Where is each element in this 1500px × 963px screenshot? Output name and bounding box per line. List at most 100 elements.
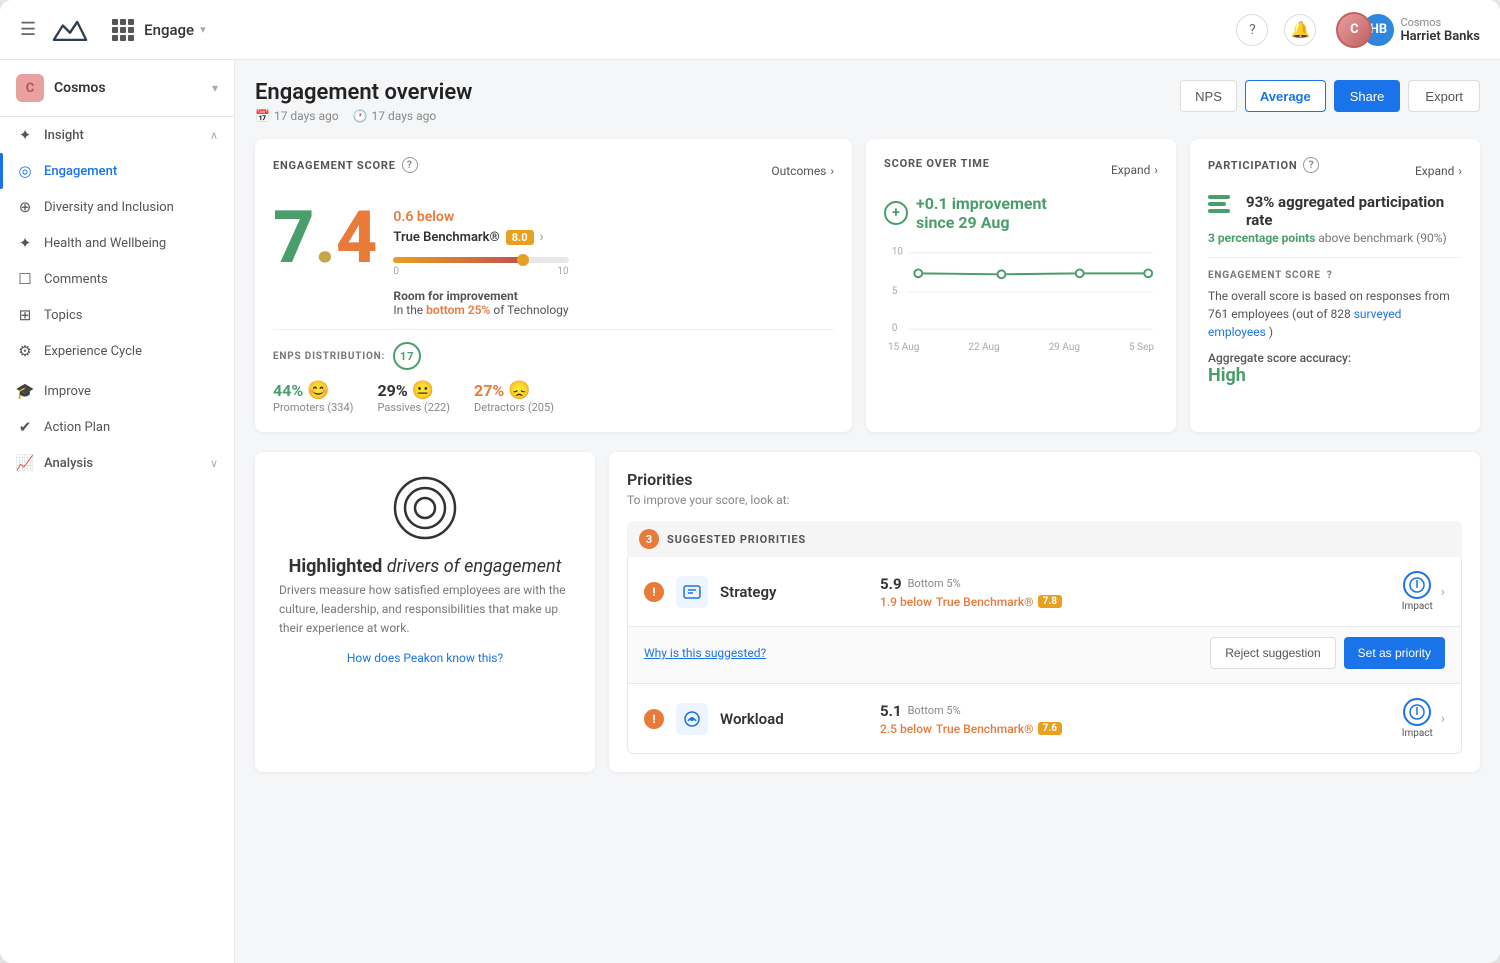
- score-detail: 0.6 below True Benchmark® 8.0 ›: [393, 195, 568, 317]
- enps-passives: 29% 😐 Passives (222): [377, 380, 450, 414]
- enps-stats: 44% 😊 Promoters (334) 29% 😐: [273, 380, 834, 414]
- org-selector[interactable]: C Cosmos ▾: [0, 60, 234, 117]
- score-over-time-label: SCORE OVER TIME: [884, 157, 990, 170]
- reject-suggestion-button[interactable]: Reject suggestion: [1210, 637, 1335, 669]
- sidebar-item-improve[interactable]: 🎓 Improve: [0, 373, 234, 409]
- page-header: Engagement overview 📅 17 days ago 🕐 17 d…: [255, 80, 1480, 123]
- improvement-text: Room for improvement In the bottom 25% o…: [393, 289, 568, 317]
- participation-divider: [1208, 257, 1462, 258]
- score-bar: 0 10: [393, 257, 568, 277]
- svg-text:10: 10: [892, 247, 903, 258]
- score-over-time-expand[interactable]: Expand ›: [1111, 163, 1158, 177]
- suggested-priorities-section: 3 SUGGESTED PRIORITIES !: [627, 521, 1462, 754]
- priority-row-workload: ! Workload: [644, 698, 1445, 739]
- sidebar-item-comments[interactable]: ☐ Comments: [0, 261, 234, 297]
- topics-icon: ⊞: [16, 306, 34, 324]
- sidebar-item-diversity[interactable]: ⊕ Diversity and Inclusion: [0, 189, 234, 225]
- enps-detractors: 27% 😞 Detractors (205): [474, 380, 554, 414]
- header-actions: NPS Average Share Export: [1180, 80, 1480, 112]
- sidebar-item-action-plan[interactable]: ✔ Action Plan: [0, 409, 234, 445]
- page-meta: 📅 17 days ago 🕐 17 days ago: [255, 109, 472, 123]
- workload-impact-button[interactable]: Impact: [1402, 698, 1433, 739]
- help-button[interactable]: ?: [1236, 14, 1268, 46]
- health-icon: ✦: [16, 234, 34, 252]
- workload-impact-icon: [1403, 698, 1431, 726]
- score-over-time-header: SCORE OVER TIME Expand ›: [884, 157, 1158, 182]
- app-name[interactable]: Engage ▾: [112, 19, 205, 41]
- why-suggested-link[interactable]: Why is this suggested?: [644, 646, 766, 660]
- impact-icon: [1403, 571, 1431, 599]
- accuracy-value: High: [1208, 365, 1462, 386]
- strategy-expand-chevron[interactable]: ›: [1441, 584, 1445, 600]
- enps-badge: 17: [393, 342, 421, 370]
- analysis-icon: 📈: [16, 454, 34, 472]
- sidebar-item-health[interactable]: ✦ Health and Wellbeing: [0, 225, 234, 261]
- app-logo: [52, 18, 88, 42]
- sidebar-section-insight[interactable]: ✦ Insight ∧: [0, 117, 234, 153]
- bar-marker: [517, 254, 529, 266]
- engagement-score-sub-label: ENGAGEMENT SCORE ?: [1208, 270, 1462, 281]
- eng-score-desc: The overall score is based on responses …: [1208, 287, 1462, 341]
- diversity-icon: ⊕: [16, 198, 34, 216]
- enps-promoters: 44% 😊 Promoters (334): [273, 380, 353, 414]
- strategy-action-buttons: Reject suggestion Set as priority: [1210, 637, 1445, 669]
- big-score: 7 . 4: [273, 195, 377, 280]
- accuracy-label: Aggregate score accuracy:: [1208, 351, 1462, 365]
- experience-cycle-icon: ⚙: [16, 342, 34, 360]
- sidebar-item-engagement[interactable]: ◎ Engagement: [0, 153, 234, 189]
- participation-card: PARTICIPATION ? Expand ›: [1190, 139, 1480, 432]
- promoters-icon: 😊: [307, 380, 329, 401]
- set-priority-button[interactable]: Set as priority: [1344, 637, 1445, 669]
- workload-alert-icon: !: [644, 709, 664, 729]
- participation-rate-display: 93% aggregated participation rate: [1208, 193, 1462, 229]
- workload-name: Workload: [720, 710, 860, 728]
- grid-icon: [112, 19, 134, 41]
- user-info: Cosmos Harriet Banks: [1400, 16, 1480, 44]
- engagement-score-help[interactable]: ?: [402, 157, 418, 173]
- hamburger-icon[interactable]: ☰: [20, 19, 36, 40]
- participation-label: PARTICIPATION ?: [1208, 157, 1319, 173]
- average-toggle-button[interactable]: Average: [1245, 80, 1326, 112]
- improvement-circle: +: [884, 201, 908, 225]
- strategy-icon: [676, 576, 708, 608]
- sidebar: C Cosmos ▾ ✦ Insight ∧ ◎ Engagement ⊕ Di…: [0, 60, 235, 963]
- strategy-impact-button[interactable]: Impact: [1402, 571, 1433, 612]
- target-icon: [393, 476, 457, 540]
- meta-clock: 🕐 17 days ago: [353, 109, 437, 123]
- score-benchmark: True Benchmark® 8.0 ›: [393, 229, 568, 245]
- top-nav: ☰ Engage ▾ ? 🔔 C HB: [0, 0, 1500, 60]
- participation-help[interactable]: ?: [1303, 157, 1319, 173]
- org-icon: C: [16, 74, 44, 102]
- share-button[interactable]: Share: [1334, 80, 1401, 112]
- strategy-alert-icon: !: [644, 582, 664, 602]
- priority-item-strategy: ! Strategy: [627, 557, 1462, 627]
- passives-icon: 😐: [412, 380, 434, 401]
- meta-calendar: 📅 17 days ago: [255, 109, 339, 123]
- suggested-label: SUGGESTED PRIORITIES: [667, 533, 806, 546]
- participation-expand[interactable]: Expand ›: [1415, 164, 1462, 178]
- participation-above-benchmark: 3 percentage points above benchmark (90%…: [1208, 231, 1462, 245]
- workload-actions: Impact ›: [1402, 698, 1445, 739]
- comments-icon: ☐: [16, 270, 34, 288]
- workload-expand-chevron[interactable]: ›: [1441, 711, 1445, 727]
- enps-label: eNPS DISTRIBUTION: 17: [273, 342, 834, 370]
- benchmark-info-icon[interactable]: ›: [540, 229, 544, 245]
- strategy-expand-row: Why is this suggested? Reject suggestion…: [627, 627, 1462, 684]
- avatar-secondary: C: [1336, 12, 1372, 48]
- drivers-panel: Highlighted drivers of engagement Driver…: [255, 452, 595, 772]
- priorities-subtitle: To improve your score, look at:: [627, 493, 1462, 507]
- sidebar-item-experience-cycle[interactable]: ⚙ Experience Cycle: [0, 333, 234, 369]
- score-chart: 10 5 0: [884, 244, 1158, 334]
- chart-dates: 15 Aug 22 Aug 29 Aug 5 Sep: [884, 342, 1158, 353]
- detractors-icon: 😞: [508, 380, 530, 401]
- sidebar-item-topics[interactable]: ⊞ Topics: [0, 297, 234, 333]
- action-plan-icon: ✔: [16, 418, 34, 436]
- sidebar-item-analysis[interactable]: 📈 Analysis ∨: [0, 445, 234, 481]
- eng-score-help[interactable]: ?: [1327, 270, 1333, 281]
- lower-section: Highlighted drivers of engagement Driver…: [255, 452, 1480, 772]
- nps-toggle-button[interactable]: NPS: [1180, 80, 1237, 112]
- peakon-link[interactable]: How does Peakon know this?: [347, 651, 503, 665]
- notifications-button[interactable]: 🔔: [1284, 14, 1316, 46]
- outcomes-link[interactable]: Outcomes ›: [771, 164, 834, 178]
- export-button[interactable]: Export: [1408, 80, 1480, 112]
